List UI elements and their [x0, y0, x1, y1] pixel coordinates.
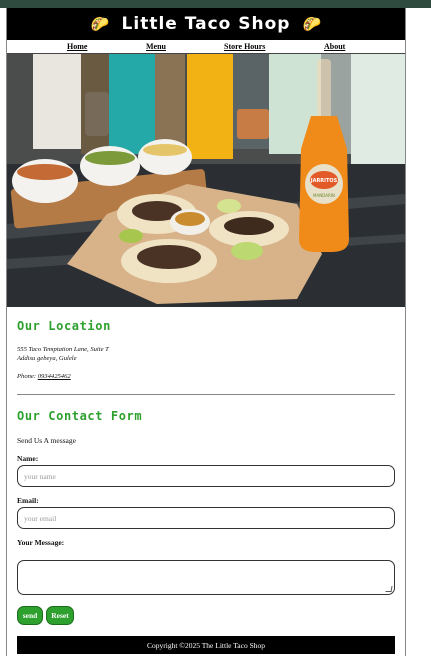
email-input[interactable]: your email [17, 507, 395, 529]
location-heading: Our Location [17, 319, 111, 333]
message-textarea[interactable] [17, 560, 395, 595]
nav-store-hours-link[interactable]: Store Hours [224, 42, 265, 51]
section-divider [17, 394, 395, 395]
site-header: 🌮 Little Taco Shop 🌮 [7, 8, 405, 40]
nav-about-link[interactable]: About [324, 42, 345, 51]
phone-label: Phone: [17, 373, 38, 380]
address-line2: Addisu gebeya, Gulele [17, 355, 77, 362]
nav-menu-link[interactable]: Menu [146, 42, 166, 51]
resize-grip-icon[interactable] [385, 586, 393, 592]
taco-icon: 🌮 [302, 16, 322, 33]
site-title: Little Taco Shop [121, 14, 291, 34]
bottle-flavor-text: MANDARIN [313, 193, 335, 198]
page-container: 🌮 Little Taco Shop 🌮 Home Menu Store Hou… [6, 8, 406, 656]
name-label: Name: [17, 454, 39, 463]
contact-heading: Our Contact Form [17, 409, 143, 423]
address-line1: 555 Taco Temptation Lane, Suite T [17, 346, 109, 353]
taco-icon: 🌮 [90, 16, 110, 33]
send-button[interactable]: send [17, 606, 43, 625]
browser-top-band [0, 0, 431, 8]
reset-button[interactable]: Reset [46, 606, 74, 625]
hero-photo-illustration: JARRITOS MANDARIN [7, 54, 405, 307]
contact-subtitle: Send Us A message [17, 436, 76, 445]
email-label: Email: [17, 496, 39, 505]
phone-line: Phone: 0934425462 [17, 373, 71, 382]
hero-image: JARRITOS MANDARIN [7, 54, 405, 307]
message-label: Your Message: [17, 538, 65, 547]
name-input[interactable]: your name [17, 465, 395, 487]
bottle-label-text: JARRITOS [310, 178, 338, 184]
phone-link[interactable]: 0934425462 [38, 373, 71, 380]
main-nav: Home Menu Store Hours About [7, 40, 405, 54]
nav-home-link[interactable]: Home [67, 42, 87, 51]
site-footer: Copyright ©2025 The Little Taco Shop [17, 636, 395, 654]
